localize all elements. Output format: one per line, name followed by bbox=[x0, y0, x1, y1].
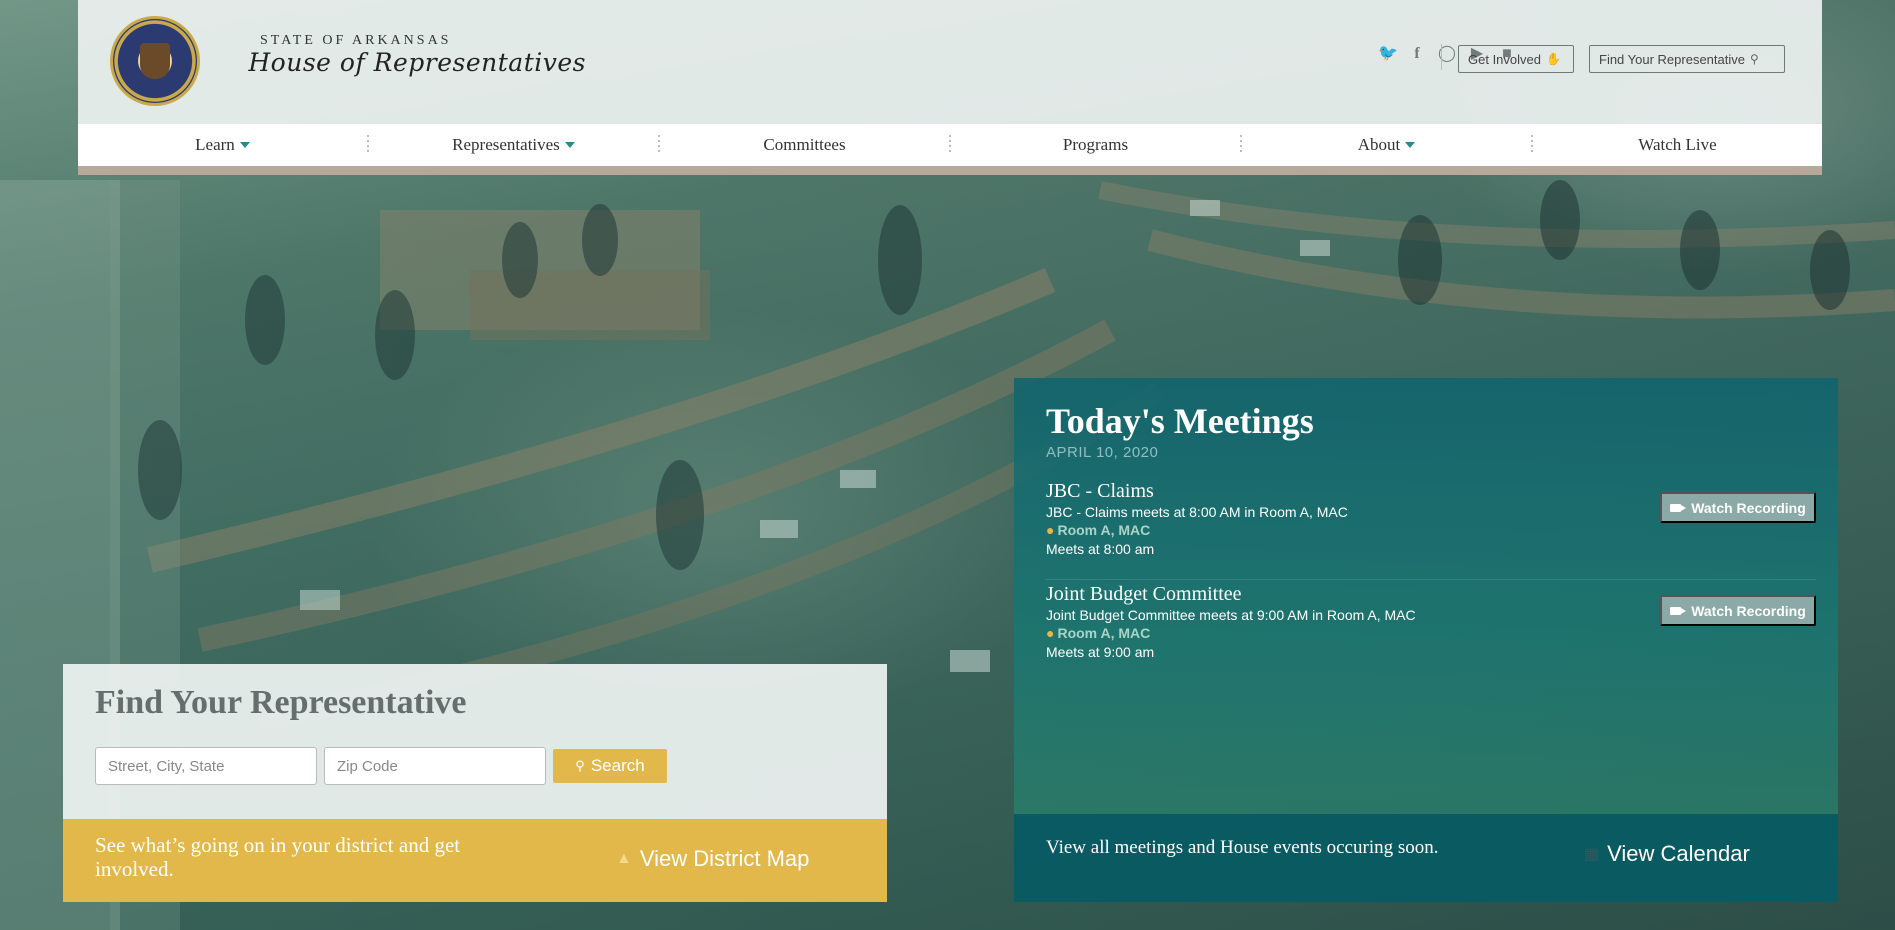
calendar-icon: ▦ bbox=[1584, 846, 1600, 863]
facebook-icon[interactable]: f bbox=[1408, 44, 1426, 64]
get-involved-button[interactable]: Get Involved ✋ bbox=[1458, 45, 1574, 73]
map-pin-icon: ● bbox=[1046, 522, 1055, 538]
watch-recording-label: Watch Recording bbox=[1691, 499, 1806, 516]
search-button[interactable]: ⚲ Search bbox=[553, 749, 667, 783]
nav-item-label: Learn bbox=[195, 135, 235, 154]
view-district-map-label: View District Map bbox=[639, 846, 810, 871]
nav-item-label: About bbox=[1357, 135, 1401, 154]
todays-meetings-panel: Today's Meetings APRIL 10, 2020 JBC - Cl… bbox=[1014, 378, 1838, 814]
nav-item-watch-live[interactable]: Watch Live bbox=[1533, 124, 1822, 166]
map-pin-icon: ● bbox=[1046, 625, 1055, 641]
caret-down-icon bbox=[564, 142, 575, 148]
nav-item-programs[interactable]: Programs bbox=[951, 124, 1240, 166]
main-navigation: Learn Representatives Committees Program… bbox=[78, 124, 1822, 175]
watch-recording-button[interactable]: Watch Recording bbox=[1660, 595, 1816, 626]
nav-item-label: Representatives bbox=[452, 135, 560, 154]
nav-item-label: Programs bbox=[1062, 135, 1129, 154]
state-seal-logo[interactable] bbox=[110, 16, 200, 106]
meeting-time: Meets at 8:00 am bbox=[1046, 541, 1155, 557]
find-representative-button[interactable]: Find Your Representative ⚲ bbox=[1589, 45, 1785, 73]
view-district-map-link[interactable]: ▲ View District Map bbox=[616, 846, 809, 872]
header-divider bbox=[1441, 44, 1442, 70]
nav-item-label: Committees bbox=[763, 135, 846, 154]
view-calendar-link[interactable]: ▦ View Calendar bbox=[1584, 841, 1750, 867]
search-label: Search bbox=[590, 756, 645, 775]
district-description: See what’s going on in your district and… bbox=[95, 833, 461, 881]
watch-recording-button[interactable]: Watch Recording bbox=[1660, 492, 1816, 523]
caret-down-icon bbox=[239, 142, 250, 148]
find-representative-panel: Find Your Representative ⚲ Search bbox=[63, 664, 887, 819]
meeting-room-label: Room A, MAC bbox=[1057, 625, 1151, 641]
nav-item-committees[interactable]: Committees bbox=[660, 124, 949, 166]
calendar-bar: View all meetings and House events occur… bbox=[1014, 814, 1838, 902]
meeting-item: JBC - Claims JBC - Claims meets at 8:00 … bbox=[1046, 480, 1816, 580]
find-representative-title: Find Your Representative bbox=[95, 684, 467, 721]
zip-code-input[interactable] bbox=[324, 747, 546, 785]
meeting-time: Meets at 9:00 am bbox=[1046, 644, 1155, 660]
puzzle-map-icon: ▲ bbox=[616, 850, 632, 867]
nav-item-learn[interactable]: Learn bbox=[78, 124, 367, 166]
search-icon: ⚲ bbox=[1749, 52, 1759, 66]
caret-down-icon bbox=[1405, 142, 1416, 148]
meeting-item: Joint Budget Committee Joint Budget Comm… bbox=[1046, 583, 1816, 683]
get-involved-label: Get Involved bbox=[1468, 51, 1541, 67]
search-icon: ⚲ bbox=[575, 758, 585, 773]
site-header: STATE OF ARKANSAS House of Representativ… bbox=[78, 0, 1822, 124]
meeting-room: ● Room A, MAC bbox=[1046, 521, 1816, 540]
meetings-title: Today's Meetings bbox=[1046, 401, 1314, 441]
hand-icon: ✋ bbox=[1546, 52, 1561, 66]
video-camera-icon bbox=[1670, 503, 1682, 512]
watch-recording-label: Watch Recording bbox=[1691, 602, 1806, 619]
nav-item-about[interactable]: About bbox=[1242, 124, 1531, 166]
brand-title[interactable]: House of Representatives bbox=[206, 48, 586, 77]
view-calendar-label: View Calendar bbox=[1607, 841, 1750, 866]
street-city-state-input[interactable] bbox=[95, 747, 317, 785]
meetings-date: APRIL 10, 2020 bbox=[1046, 444, 1159, 461]
twitter-icon[interactable]: 🐦 bbox=[1378, 44, 1398, 64]
nav-item-label: Watch Live bbox=[1638, 135, 1717, 154]
find-representative-label: Find Your Representative bbox=[1599, 51, 1745, 67]
calendar-description: View all meetings and House events occur… bbox=[1046, 837, 1439, 858]
meeting-room: ● Room A, MAC bbox=[1046, 624, 1816, 643]
district-bar: See what’s going on in your district and… bbox=[63, 819, 887, 902]
brand-state-label: STATE OF ARKANSAS bbox=[260, 33, 452, 48]
nav-item-representatives[interactable]: Representatives bbox=[369, 124, 658, 166]
meeting-room-label: Room A, MAC bbox=[1057, 522, 1151, 538]
video-camera-icon bbox=[1670, 606, 1682, 615]
